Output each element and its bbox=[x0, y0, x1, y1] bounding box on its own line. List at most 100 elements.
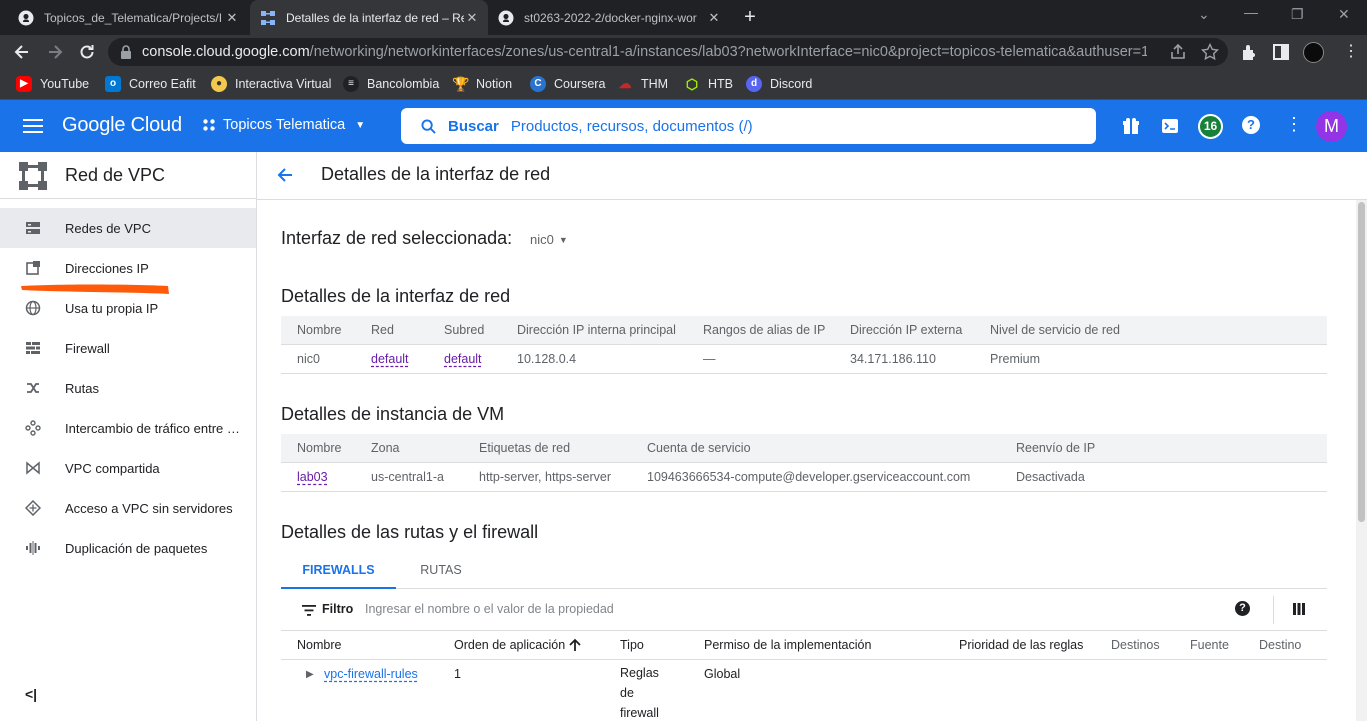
sidebar-item-redes-vpc[interactable]: Redes de VPC bbox=[0, 208, 256, 248]
close-tab-icon[interactable]: ✕ bbox=[706, 10, 722, 26]
bookmark-thm[interactable]: ☁ THM bbox=[617, 76, 669, 92]
trophy-icon: 🏆 bbox=[452, 76, 470, 92]
side-panel-icon[interactable] bbox=[1271, 42, 1291, 62]
forward-arrow-icon[interactable] bbox=[45, 42, 65, 62]
selected-interface-label: Interfaz de red seleccionada: bbox=[281, 228, 513, 248]
table-cell: Desactivada bbox=[1016, 470, 1085, 484]
interactiva-icon: ● bbox=[211, 76, 227, 92]
table-row: nic0 default default 10.128.0.4 — 34.171… bbox=[281, 345, 1327, 374]
column-header: Nombre bbox=[297, 441, 342, 455]
back-arrow-icon[interactable] bbox=[276, 166, 294, 184]
close-tab-icon[interactable]: ✕ bbox=[224, 10, 240, 26]
table-cell: Premium bbox=[990, 352, 1041, 366]
column-header: Dirección IP interna principal bbox=[517, 323, 676, 337]
column-header: Reenvío de IP bbox=[1016, 441, 1096, 455]
help-icon[interactable]: ? bbox=[1242, 116, 1260, 134]
close-tab-icon[interactable]: ✕ bbox=[464, 10, 480, 26]
interface-select[interactable]: nic0 ▼ bbox=[530, 232, 568, 247]
sort-ascending-icon[interactable] bbox=[568, 638, 582, 652]
address-bar[interactable]: console.cloud.google.com/networking/netw… bbox=[108, 38, 1228, 66]
notifications-badge[interactable]: 16 bbox=[1198, 114, 1223, 139]
sidebar-item-rutas[interactable]: Rutas bbox=[0, 368, 256, 408]
column-header: Prioridad de las reglas bbox=[959, 638, 1084, 652]
sidebar-title: Red de VPC bbox=[65, 165, 166, 185]
dropdown-arrow-icon: ▼ bbox=[355, 119, 366, 131]
minimize-icon[interactable]: — bbox=[1244, 4, 1258, 20]
instance-link[interactable]: lab03 bbox=[297, 470, 328, 484]
back-arrow-icon[interactable] bbox=[12, 42, 32, 62]
tab-title: st0263-2022-2/docker-nginx-wor bbox=[524, 10, 697, 25]
bookmark-discord[interactable]: d Discord bbox=[746, 76, 812, 92]
extensions-icon[interactable] bbox=[1239, 42, 1259, 62]
table-cell: nic0 bbox=[297, 352, 320, 366]
bookmark-interactiva[interactable]: ● Interactiva Virtual bbox=[211, 76, 331, 92]
search-bar[interactable]: Buscar Productos, recursos, documentos (… bbox=[401, 108, 1096, 144]
firewall-icon bbox=[26, 342, 40, 354]
collapse-sidebar-icon[interactable]: <| bbox=[25, 686, 37, 702]
scrollbar-thumb[interactable] bbox=[1358, 202, 1365, 522]
bookmark-correo[interactable]: o Correo Eafit bbox=[105, 76, 196, 92]
filter-input[interactable]: Ingresar el nombre o el valor de la prop… bbox=[365, 602, 1245, 616]
new-tab-button[interactable]: + bbox=[739, 6, 761, 28]
column-header[interactable]: Orden de aplicación bbox=[454, 638, 565, 652]
routes-firewall-heading: Detalles de las rutas y el firewall bbox=[281, 522, 539, 542]
bookmark-htb[interactable]: ⬡ HTB bbox=[684, 76, 733, 92]
column-header: Tipo bbox=[620, 638, 644, 652]
github-icon bbox=[498, 10, 514, 25]
tab-rutas[interactable]: RUTAS bbox=[396, 554, 486, 589]
browser-tab-2[interactable]: Detalles de la interfaz de red – Red ✕ bbox=[250, 0, 488, 35]
search-icon bbox=[421, 118, 436, 134]
cloud-shell-icon[interactable] bbox=[1161, 117, 1179, 135]
sidebar-item-intercambio[interactable]: Intercambio de tráfico entre … bbox=[0, 408, 256, 448]
restore-icon[interactable]: ❐ bbox=[1291, 6, 1304, 23]
sidebar-item-duplicacion[interactable]: Duplicación de paquetes bbox=[0, 528, 256, 568]
help-icon[interactable]: ? bbox=[1235, 601, 1250, 616]
bookmark-youtube[interactable]: ▶ YouTube bbox=[16, 76, 89, 92]
column-header: Rangos de alias de IP bbox=[703, 323, 826, 337]
sidebar-item-acceso-vpc[interactable]: Acceso a VPC sin servidores bbox=[0, 488, 256, 528]
column-display-icon[interactable] bbox=[1293, 603, 1305, 615]
network-link[interactable]: default bbox=[371, 352, 409, 366]
sidebar-item-firewall[interactable]: Firewall bbox=[0, 328, 256, 368]
browser-tab-3[interactable]: st0263-2022-2/docker-nginx-wor ✕ bbox=[490, 0, 730, 35]
table-cell: — bbox=[703, 352, 716, 366]
account-avatar[interactable]: M bbox=[1316, 111, 1347, 142]
expand-row-icon[interactable]: ▶ bbox=[306, 669, 314, 680]
gift-icon[interactable] bbox=[1122, 117, 1140, 135]
project-picker[interactable]: Topicos Telematica ▼ bbox=[202, 117, 365, 133]
url-host: console.cloud.google.com bbox=[142, 44, 310, 60]
sidebar-item-label: Intercambio de tráfico entre … bbox=[65, 420, 240, 436]
menu-dots-icon[interactable]: ⋮ bbox=[1343, 41, 1359, 61]
tab-firewalls[interactable]: FIREWALLS bbox=[281, 554, 396, 589]
dropdown-arrow-icon: ▼ bbox=[558, 234, 568, 245]
column-header: Zona bbox=[371, 441, 400, 455]
table-cell: Reglas de firewall bbox=[620, 666, 659, 720]
subnet-link[interactable]: default bbox=[444, 352, 482, 366]
sidebar-item-label: Redes de VPC bbox=[65, 220, 151, 236]
bookmark-bancolombia[interactable]: ≡ Bancolombia bbox=[343, 76, 439, 92]
sidebar-item-usa-tu-propia-ip[interactable]: Usa tu propia IP bbox=[0, 288, 256, 328]
lock-icon[interactable] bbox=[120, 45, 132, 59]
sidebar-header: Red de VPC bbox=[0, 152, 256, 199]
sidebar-item-vpc-compartida[interactable]: VPC compartida bbox=[0, 448, 256, 488]
bookmark-notion[interactable]: 🏆 Notion bbox=[452, 76, 512, 92]
profile-avatar[interactable] bbox=[1303, 42, 1324, 63]
table-cell: 1 bbox=[454, 667, 461, 681]
close-window-icon[interactable]: ✕ bbox=[1338, 6, 1350, 23]
gcp-logo[interactable]: Google Cloud bbox=[62, 114, 182, 137]
hamburger-menu-icon[interactable] bbox=[23, 118, 43, 134]
share-icon[interactable] bbox=[1169, 43, 1187, 61]
shared-vpc-icon bbox=[26, 461, 40, 475]
browser-tab-1[interactable]: Topicos_de_Telematica/Projects/I ✕ bbox=[8, 0, 248, 35]
firewall-policy-link[interactable]: vpc-firewall-rules bbox=[324, 667, 418, 681]
more-options-icon[interactable]: ⋮ bbox=[1285, 114, 1303, 135]
table-header: Nombre Orden de aplicación Tipo Permiso … bbox=[281, 630, 1327, 660]
tab-search-icon[interactable]: ⌄ bbox=[1198, 6, 1210, 23]
reload-icon[interactable] bbox=[77, 42, 97, 62]
bookmark-coursera[interactable]: C Coursera bbox=[530, 76, 605, 92]
bookmark-star-icon[interactable] bbox=[1201, 43, 1219, 61]
table-cell: Global bbox=[704, 667, 741, 681]
sidebar-item-label: Direcciones IP bbox=[65, 260, 149, 276]
youtube-icon: ▶ bbox=[16, 76, 32, 92]
main-scrollbar[interactable] bbox=[1356, 200, 1367, 721]
